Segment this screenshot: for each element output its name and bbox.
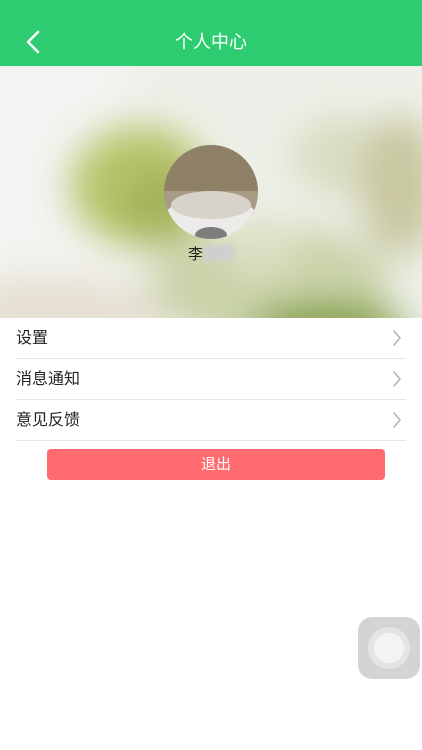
assistive-touch-button[interactable] xyxy=(358,617,420,679)
profile-header: 李 xyxy=(0,66,422,318)
avatar-image xyxy=(164,145,258,239)
chevron-right-icon xyxy=(393,371,401,387)
user-name: 李 xyxy=(0,243,422,265)
menu-item-label: 设置 xyxy=(16,328,49,347)
menu-item-notifications[interactable]: 消息通知 xyxy=(16,359,406,400)
page-title: 个人中心 xyxy=(175,32,247,53)
chevron-right-icon xyxy=(393,330,401,346)
nav-bar: 个人中心 xyxy=(0,0,422,66)
logout-button[interactable]: 退出 xyxy=(47,449,385,480)
menu-list: 设置 消息通知 意见反馈 xyxy=(0,318,422,441)
redacted-text xyxy=(204,245,234,261)
assistive-touch-core xyxy=(374,633,404,663)
menu-item-settings[interactable]: 设置 xyxy=(16,318,406,359)
menu-item-label: 意见反馈 xyxy=(16,410,81,429)
chevron-right-icon xyxy=(393,412,401,428)
profile-screen: 个人中心 李 设置 消息通知 意见反馈 退出 xyxy=(0,0,422,750)
menu-item-label: 消息通知 xyxy=(16,369,81,388)
avatar[interactable] xyxy=(164,145,258,239)
user-name-text: 李 xyxy=(187,245,203,263)
menu-item-feedback[interactable]: 意见反馈 xyxy=(16,400,406,441)
